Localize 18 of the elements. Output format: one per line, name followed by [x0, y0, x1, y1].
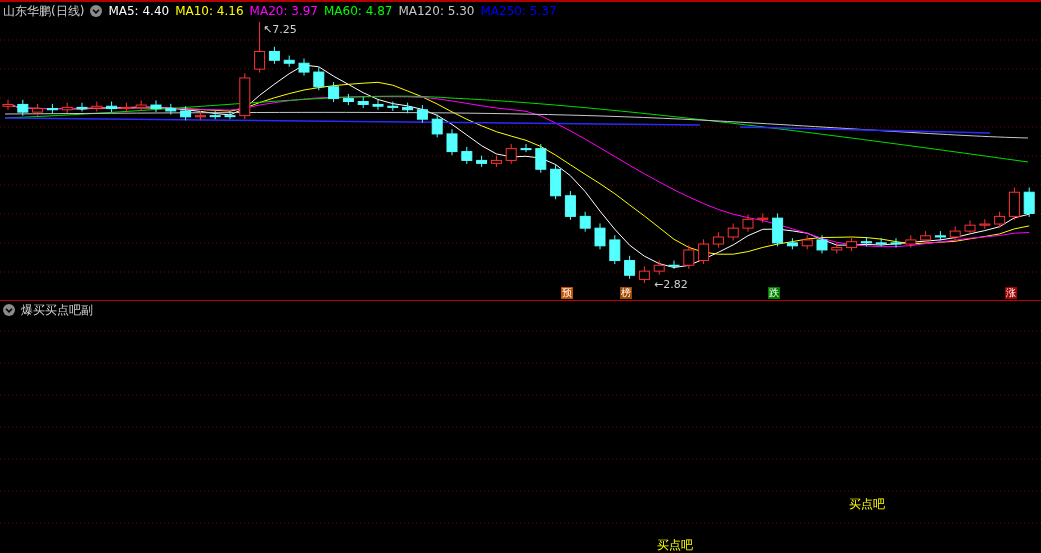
moving-average-value: MA120: 5.30 [398, 4, 475, 18]
signal-badge: 涨 [1005, 287, 1017, 299]
high-price-label: ↖7.25 [263, 23, 297, 36]
moving-average-value: MA5: 4.40 [108, 4, 170, 18]
buy-signal-label: 买点吧 [657, 537, 693, 553]
signal-badge: 跌 [768, 287, 780, 299]
low-price-label: ←2.82 [654, 278, 688, 291]
dropdown-icon[interactable] [90, 5, 103, 17]
moving-average-value: MA20: 3.97 [249, 4, 318, 18]
signal-badge: 榜 [620, 287, 632, 299]
moving-average-value: MA10: 4.16 [175, 4, 244, 18]
buy-signal-label: 买点吧 [849, 496, 885, 513]
dropdown-icon[interactable] [3, 304, 15, 316]
moving-average-value: MA60: 4.87 [324, 4, 393, 18]
stock-title: 山东华鹏(日线) [3, 2, 85, 20]
indicator-title: 爆买买点吧副 [21, 301, 93, 319]
signal-badge: 预 [561, 287, 573, 299]
moving-average-value: MA250: 5.37 [480, 4, 557, 18]
